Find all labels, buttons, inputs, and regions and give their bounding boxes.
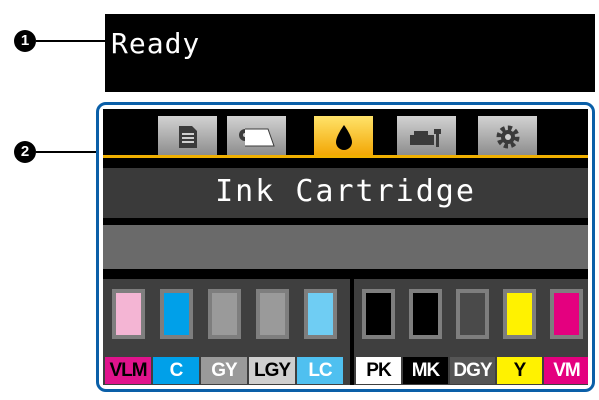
ink-level-fill	[460, 293, 485, 335]
ink-level-fill	[366, 293, 391, 335]
ink-drop-icon	[335, 124, 352, 150]
title-bar: Ink Cartridge	[103, 168, 588, 218]
callout-1: 1	[14, 30, 36, 52]
ink-label-mk: MK	[403, 357, 448, 384]
ink-cartridge-vm	[550, 289, 583, 339]
tab-paper[interactable]	[227, 116, 286, 157]
callout-2: 2	[14, 141, 36, 163]
document-icon	[178, 125, 197, 148]
tab-maintenance[interactable]	[397, 116, 456, 157]
ink-cartridge-gy	[207, 289, 241, 339]
ink-label-pk: PK	[356, 357, 401, 384]
ink-cartridge-y	[503, 289, 536, 339]
ink-group-right: PK MK DGY Y VM	[354, 279, 588, 385]
ink-cartridge-dgy	[456, 289, 489, 339]
ink-label-vlm: VLM	[105, 357, 151, 384]
callout-2-leader	[36, 151, 98, 153]
status-text: Ready	[111, 27, 201, 60]
ink-label-lc: LC	[297, 357, 343, 384]
tab-underline	[103, 155, 588, 158]
ink-level-fill	[507, 293, 532, 335]
status-area: Ready	[105, 14, 595, 92]
paper-roll-icon	[238, 128, 275, 146]
ink-label-c: C	[153, 357, 199, 384]
ink-level-fill	[554, 293, 579, 335]
ink-cartridge-pk	[362, 289, 395, 339]
ink-cartridge-lc	[303, 289, 337, 339]
menu-panel: Ink Cartridge VLM C GY LGY LC PK MK DGY Y VM	[103, 109, 588, 385]
tab-ink[interactable]	[314, 116, 373, 157]
tab-bar	[103, 109, 588, 158]
ink-level-fill	[163, 293, 189, 335]
ink-label-lgy: LGY	[249, 357, 295, 384]
maintenance-icon	[409, 128, 441, 147]
screen-title: Ink Cartridge	[215, 174, 476, 209]
ink-label-gy: GY	[201, 357, 247, 384]
ink-level-fill	[307, 293, 333, 335]
tab-setup[interactable]	[478, 116, 537, 157]
ink-group-left: VLM C GY LGY LC	[103, 279, 350, 385]
ink-level-fill	[413, 293, 438, 335]
ink-level-fill	[115, 293, 141, 335]
tab-print-queue[interactable]	[158, 116, 217, 157]
ink-label-dgy: DGY	[450, 357, 495, 384]
ink-status-area: VLM C GY LGY LC PK MK DGY Y VM	[103, 279, 588, 385]
ink-level-fill	[259, 293, 285, 335]
gear-icon	[496, 125, 519, 148]
ink-cartridge-vlm	[111, 289, 145, 339]
ink-level-fill	[211, 293, 237, 335]
ink-label-y: Y	[497, 357, 542, 384]
ink-cartridge-mk	[409, 289, 442, 339]
ink-cartridge-c	[159, 289, 193, 339]
ink-label-vm: VM	[544, 357, 588, 384]
info-band	[103, 225, 588, 269]
callout-1-leader	[36, 40, 106, 42]
ink-cartridge-lgy	[255, 289, 289, 339]
